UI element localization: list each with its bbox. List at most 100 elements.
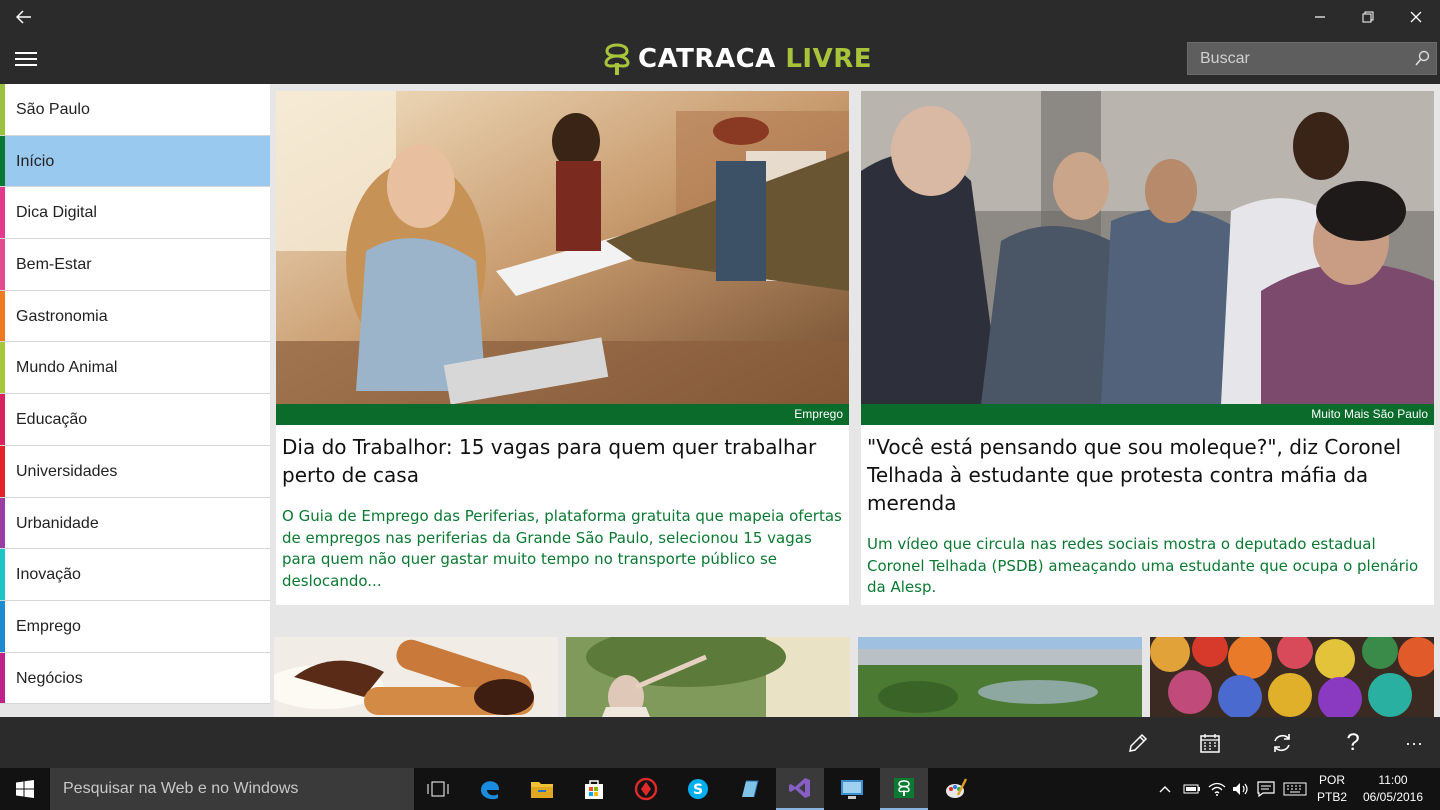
back-arrow-icon — [16, 10, 31, 24]
more-icon: ··· — [1405, 732, 1423, 753]
logo-word-livre: LIVRE — [785, 44, 872, 74]
taskbar-app-skype[interactable]: S — [674, 768, 722, 810]
category-color-stripe — [0, 342, 5, 394]
sidebar-item-label: Mundo Animal — [16, 359, 118, 377]
touch-keyboard-button[interactable] — [1282, 768, 1308, 810]
refresh-button[interactable] — [1264, 725, 1300, 761]
sidebar-item[interactable]: Bem-Estar — [0, 239, 270, 291]
keyboard-layout: PTB2 — [1316, 790, 1347, 804]
taskbar-app-red[interactable] — [622, 768, 670, 810]
article-card-1[interactable]: Emprego Dia do Trabalhor: 15 vagas para … — [276, 91, 849, 605]
article-title[interactable]: "Você está pensando que sou moleque?", d… — [867, 433, 1427, 517]
sidebar-item[interactable]: Urbanidade — [0, 497, 270, 550]
taskbar-search-placeholder: Pesquisar na Web e no Windows — [63, 780, 299, 797]
taskbar-app-remote-desktop[interactable] — [828, 768, 876, 810]
refresh-icon — [1274, 734, 1290, 752]
category-color-stripe — [0, 600, 5, 652]
visual-studio-icon — [789, 778, 810, 798]
article-thumbnail-1[interactable] — [274, 637, 558, 717]
more-button[interactable]: ··· — [1396, 725, 1432, 761]
taskbar-app-edge[interactable] — [466, 768, 514, 810]
clock[interactable]: 11:00 06/05/2016 — [1358, 772, 1428, 806]
calendar-button[interactable] — [1192, 725, 1228, 761]
help-button[interactable]: ? — [1335, 725, 1371, 761]
back-button[interactable] — [0, 0, 48, 34]
article-thumbnail-2[interactable] — [566, 637, 850, 717]
category-color-stripe — [0, 290, 5, 342]
taskbar-app-visual-studio[interactable] — [776, 768, 824, 810]
search-input[interactable] — [1188, 43, 1436, 74]
taskbar-app-catraca-livre[interactable] — [880, 768, 928, 810]
svg-text:S: S — [693, 782, 703, 798]
title-bar — [0, 0, 1440, 34]
sidebar-item[interactable]: Gastronomia — [0, 290, 270, 343]
clock-time: 11:00 — [1378, 773, 1408, 787]
category-color-stripe — [0, 135, 5, 187]
sidebar-item[interactable]: Universidades — [0, 445, 270, 498]
app-blue-icon — [742, 780, 759, 798]
sidebar-item[interactable]: Dica Digital — [0, 187, 270, 240]
keyboard-icon — [1283, 782, 1307, 796]
sidebar-item-label: Urbanidade — [16, 514, 99, 532]
category-color-stripe — [0, 445, 5, 497]
sidebar-item[interactable]: Emprego — [0, 600, 270, 653]
article-thumbnail-3[interactable] — [858, 637, 1142, 717]
restore-button[interactable] — [1344, 0, 1392, 34]
article-title[interactable]: Dia do Trabalhor: 15 vagas para quem que… — [282, 433, 842, 489]
battery-button[interactable] — [1180, 768, 1202, 810]
sidebar-item-label: Universidades — [16, 462, 118, 480]
input-language-indicator[interactable]: POR PTB2 — [1312, 772, 1352, 806]
sidebar-item-label: Educação — [16, 411, 88, 429]
main-content: Emprego Dia do Trabalhor: 15 vagas para … — [272, 84, 1440, 717]
article-card-2[interactable]: Muito Mais São Paulo "Você está pensando… — [861, 91, 1434, 605]
article-image[interactable] — [861, 91, 1434, 404]
sidebar-item[interactable]: Educação — [0, 394, 270, 446]
search-box[interactable] — [1187, 42, 1437, 75]
skype-icon: S — [688, 779, 708, 799]
start-button[interactable] — [0, 768, 50, 810]
sidebar-item-label: São Paulo — [16, 101, 90, 118]
network-button[interactable] — [1206, 768, 1228, 810]
sidebar-item[interactable]: Inovação — [0, 549, 270, 601]
paint-icon — [946, 778, 968, 798]
search-icon[interactable] — [1414, 50, 1430, 68]
sidebar-item[interactable]: Mundo Animal — [0, 342, 270, 395]
article-image[interactable] — [276, 91, 849, 404]
sidebar-item-label: Início — [16, 152, 55, 170]
close-button[interactable] — [1392, 0, 1440, 34]
article-category[interactable]: Emprego — [276, 404, 849, 425]
category-sidebar: São Paulo Início Dica Digital Bem-Estar Gast… — [0, 84, 272, 717]
action-center-button[interactable] — [1255, 768, 1277, 810]
windows-taskbar: Pesquisar na Web e no Windows S POR PTB2… — [0, 768, 1440, 810]
sidebar-item[interactable]: Negócios — [0, 652, 270, 705]
windows-logo-icon — [16, 780, 34, 798]
task-view-button[interactable] — [414, 768, 462, 810]
sidebar-item[interactable]: São Paulo — [0, 84, 270, 136]
remote-desktop-icon — [841, 780, 863, 799]
article-category[interactable]: Muito Mais São Paulo — [861, 404, 1434, 425]
help-icon: ? — [1346, 729, 1360, 756]
taskbar-app-paint[interactable] — [932, 768, 980, 810]
article-thumbnail-4[interactable] — [1150, 637, 1434, 717]
sidebar-item-label: Emprego — [16, 617, 81, 635]
app-header: CATRACA LIVRE — [0, 34, 1440, 84]
minimize-button[interactable] — [1296, 0, 1344, 34]
sidebar-item[interactable]: Início — [0, 135, 270, 188]
minimize-icon — [1315, 16, 1325, 18]
turnstile-logo-icon — [604, 43, 630, 75]
sidebar-item-label: Inovação — [16, 566, 81, 584]
restore-icon — [1362, 11, 1374, 23]
taskbar-search-box[interactable]: Pesquisar na Web e no Windows — [50, 768, 414, 810]
show-hidden-icons-button[interactable] — [1156, 768, 1174, 810]
hamburger-menu-button[interactable] — [8, 44, 44, 74]
taskbar-app-store[interactable] — [570, 768, 618, 810]
taskbar-app-file-explorer[interactable] — [518, 768, 566, 810]
wifi-icon — [1208, 782, 1226, 796]
file-explorer-icon — [531, 782, 553, 798]
volume-button[interactable] — [1230, 768, 1252, 810]
category-color-stripe — [0, 239, 5, 290]
calendar-icon — [1200, 734, 1220, 753]
edit-button[interactable] — [1120, 725, 1156, 761]
edit-icon — [1129, 733, 1148, 752]
taskbar-app-blue[interactable] — [726, 768, 774, 810]
